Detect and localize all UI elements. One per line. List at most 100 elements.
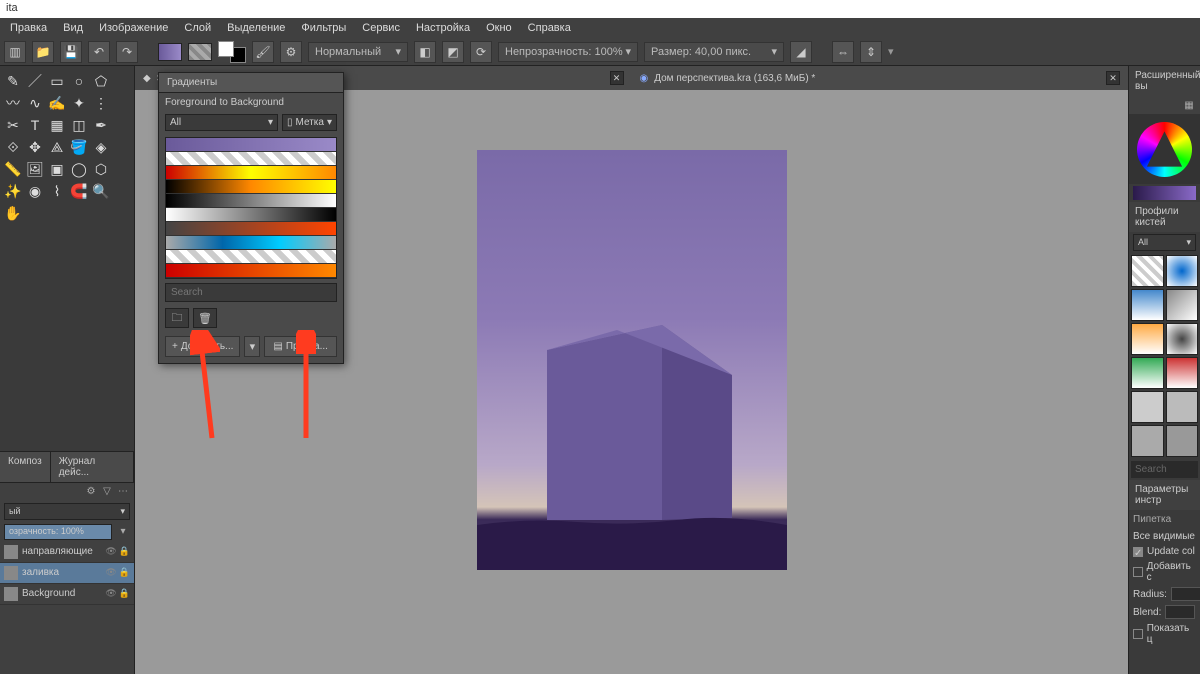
polygon-tool-icon[interactable]: ⬠: [92, 72, 110, 90]
ellipse-tool-icon[interactable]: ○: [70, 72, 88, 90]
color-swatches[interactable]: [218, 41, 246, 63]
brush-preset[interactable]: [1166, 289, 1199, 321]
brush-preset[interactable]: [1166, 255, 1199, 287]
layer-row[interactable]: заливка 👁🔒: [0, 563, 134, 584]
layer-filter-icon[interactable]: ▽: [100, 485, 114, 499]
edit-tool-icon[interactable]: ✂: [4, 116, 22, 134]
calligraphy-tool-icon[interactable]: ✒: [92, 116, 110, 134]
select-free-tool-icon[interactable]: ◯: [70, 160, 88, 178]
color-wheel[interactable]: [1129, 114, 1200, 184]
gradient-item[interactable]: [166, 236, 336, 250]
visibility-icon[interactable]: 👁: [105, 546, 116, 557]
brush-filter-combo[interactable]: All▾: [1133, 234, 1196, 251]
select-poly-tool-icon[interactable]: ⬡: [92, 160, 110, 178]
gradient-item[interactable]: [166, 194, 336, 208]
gradient-item[interactable]: [166, 166, 336, 180]
brush-preset[interactable]: [1166, 323, 1199, 355]
radius-input[interactable]: [1171, 587, 1200, 601]
select-magnetic-tool-icon[interactable]: 🧲: [70, 182, 88, 200]
menu-window[interactable]: Окно: [480, 20, 518, 36]
bezier-tool-icon[interactable]: ∿: [26, 94, 44, 112]
brush-search-input[interactable]: Search: [1131, 461, 1198, 478]
select-bezier-tool-icon[interactable]: ⌇: [48, 182, 66, 200]
brush-preset[interactable]: [1166, 357, 1199, 389]
option-all-visible[interactable]: Все видимые: [1133, 529, 1196, 544]
blend-mode-combo[interactable]: Нормальный▾: [308, 42, 408, 62]
blend-input[interactable]: [1165, 605, 1195, 619]
layer-opacity-slider[interactable]: озрачность: 100%: [4, 524, 112, 540]
gradient-tag-button[interactable]: ▯Метка▾: [282, 114, 337, 131]
crop-tool-icon[interactable]: ⟁: [48, 138, 66, 156]
gradient-swatch[interactable]: [158, 43, 182, 61]
gradient-item[interactable]: [166, 138, 336, 152]
gradient-item[interactable]: [166, 180, 336, 194]
menu-settings[interactable]: Настройка: [410, 20, 476, 36]
visibility-icon[interactable]: 👁: [105, 588, 116, 599]
gradient-filter-combo[interactable]: All▾: [165, 114, 278, 131]
brush-preset[interactable]: [1131, 323, 1164, 355]
new-doc-button[interactable]: ▥: [4, 41, 26, 63]
gradient-item[interactable]: [166, 222, 336, 236]
rect-tool-icon[interactable]: ▭: [48, 72, 66, 90]
document-tab[interactable]: ◉ Дом перспектива.kra (163,6 МиБ) * ✕: [632, 71, 1129, 85]
layer-row[interactable]: направляющие 👁🔒: [0, 542, 134, 563]
layer-more-icon[interactable]: ⋯: [116, 485, 130, 499]
visibility-icon[interactable]: 👁: [105, 567, 116, 578]
gradient-tool-icon[interactable]: ▦: [48, 116, 66, 134]
polyline-tool-icon[interactable]: 〰: [4, 94, 22, 112]
lock-icon[interactable]: 🔒: [119, 567, 130, 578]
menu-edit[interactable]: Правка: [4, 20, 53, 36]
select-contig-tool-icon[interactable]: ✨: [4, 182, 22, 200]
mirror-v-button[interactable]: ⇕: [860, 41, 882, 63]
import-gradient-button[interactable]: 🗀: [165, 308, 189, 328]
update-color-checkbox[interactable]: ✓: [1133, 547, 1143, 557]
gradient-item[interactable]: [166, 250, 336, 264]
show-color-checkbox[interactable]: [1133, 629, 1143, 639]
close-tab-button[interactable]: ✕: [610, 71, 624, 85]
gradient-search-input[interactable]: Search: [165, 283, 337, 302]
menu-view[interactable]: Вид: [57, 20, 89, 36]
measure-tool-icon[interactable]: 📏: [4, 160, 22, 178]
text-tool-icon[interactable]: T: [26, 116, 44, 134]
eraser-toggle[interactable]: ◧: [414, 41, 436, 63]
gradient-popup-tab[interactable]: Градиенты: [159, 73, 343, 93]
menu-tools[interactable]: Сервис: [356, 20, 406, 36]
pattern-tool-icon[interactable]: ◫: [70, 116, 88, 134]
pattern-swatch[interactable]: [188, 43, 212, 61]
menu-help[interactable]: Справка: [522, 20, 577, 36]
alpha-lock-button[interactable]: ◩: [442, 41, 464, 63]
assistant-tool-icon[interactable]: ◈: [92, 138, 110, 156]
menu-filters[interactable]: Фильтры: [295, 20, 352, 36]
brush-shape-button[interactable]: ◢: [790, 41, 812, 63]
gradient-item[interactable]: [166, 208, 336, 222]
color-history-strip[interactable]: [1133, 186, 1196, 200]
add-gradient-dropdown[interactable]: ▾: [244, 336, 260, 357]
tab-compositions[interactable]: Композ: [0, 452, 51, 482]
menu-image[interactable]: Изображение: [93, 20, 174, 36]
brush-preset[interactable]: [1131, 425, 1164, 457]
pan-tool-icon[interactable]: ✋: [4, 204, 22, 222]
zoom-tool-icon[interactable]: 🔍: [92, 182, 110, 200]
select-similar-tool-icon[interactable]: ◉: [26, 182, 44, 200]
brush-preset[interactable]: [1166, 425, 1199, 457]
multi-tool-icon[interactable]: ⋮: [92, 94, 110, 112]
brush-preset[interactable]: [1131, 391, 1164, 423]
move-tool-icon[interactable]: ✥: [26, 138, 44, 156]
freehand-tool-icon[interactable]: ✍: [48, 94, 66, 112]
tab-history[interactable]: Журнал дейс...: [51, 452, 134, 482]
brush-preset[interactable]: [1131, 357, 1164, 389]
open-button[interactable]: 📁: [32, 41, 54, 63]
reload-preset-button[interactable]: ⟳: [470, 41, 492, 63]
brush-tool-icon[interactable]: ✎: [4, 72, 22, 90]
undo-button[interactable]: ↶: [88, 41, 110, 63]
menu-select[interactable]: Выделение: [221, 20, 291, 36]
select-rect-tool-icon[interactable]: ▣: [48, 160, 66, 178]
layer-row[interactable]: Background 👁🔒: [0, 584, 134, 605]
color-selector-config-icon[interactable]: ▦: [1182, 98, 1196, 112]
delete-gradient-button[interactable]: 🗑: [193, 308, 217, 328]
add-to-palette-checkbox[interactable]: [1133, 567, 1143, 577]
fill-tool-icon[interactable]: 🪣: [70, 138, 88, 156]
redo-button[interactable]: ↷: [116, 41, 138, 63]
layer-config-icon[interactable]: ⚙: [84, 485, 98, 499]
lock-icon[interactable]: 🔒: [119, 546, 130, 557]
